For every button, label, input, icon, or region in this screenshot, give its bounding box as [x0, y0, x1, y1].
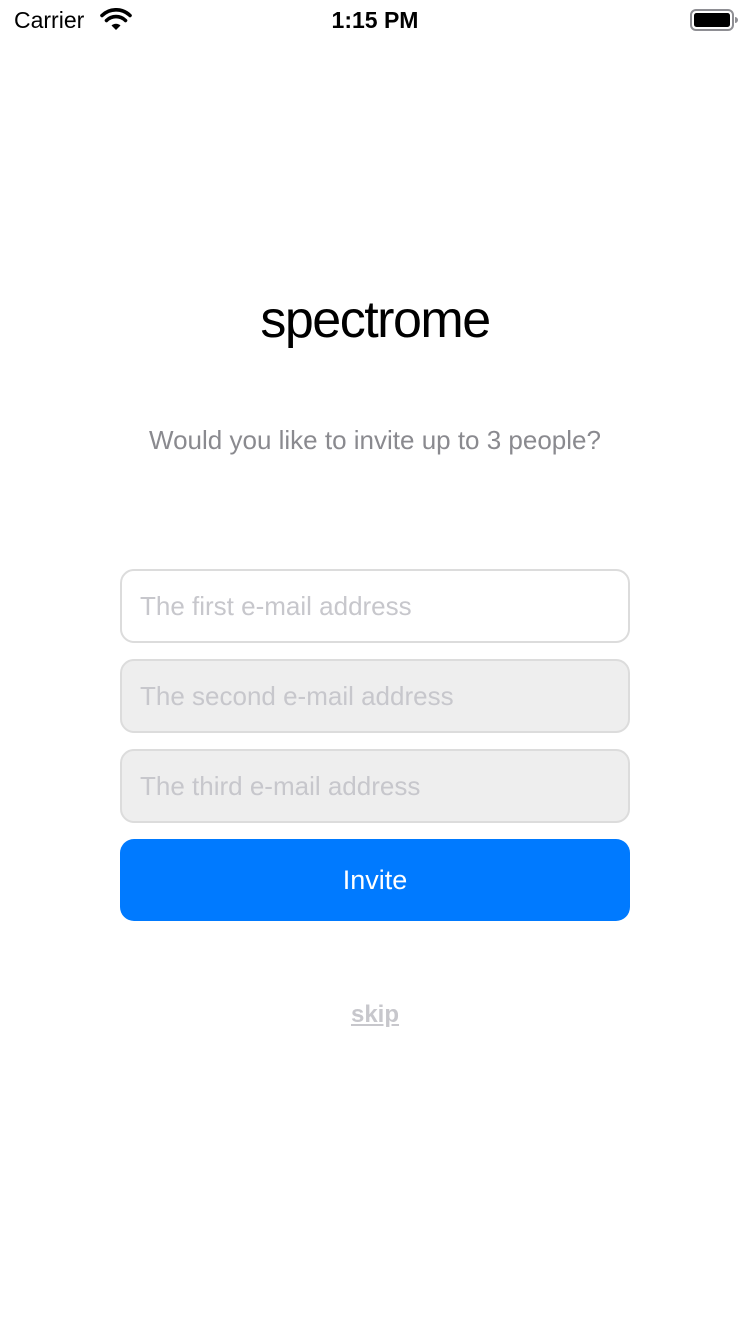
invite-button[interactable]: Invite: [120, 839, 630, 921]
status-bar: Carrier 1:15 PM: [0, 0, 750, 40]
invite-prompt: Would you like to invite up to 3 people?: [149, 425, 601, 455]
clock: 1:15 PM: [331, 7, 419, 33]
battery-icon: [690, 9, 738, 31]
third-email-field[interactable]: [120, 749, 630, 823]
first-email-field[interactable]: [120, 569, 630, 643]
app-logo: spectrome: [260, 291, 491, 349]
second-email-field[interactable]: [120, 659, 630, 733]
skip-link[interactable]: skip: [0, 998, 750, 1032]
